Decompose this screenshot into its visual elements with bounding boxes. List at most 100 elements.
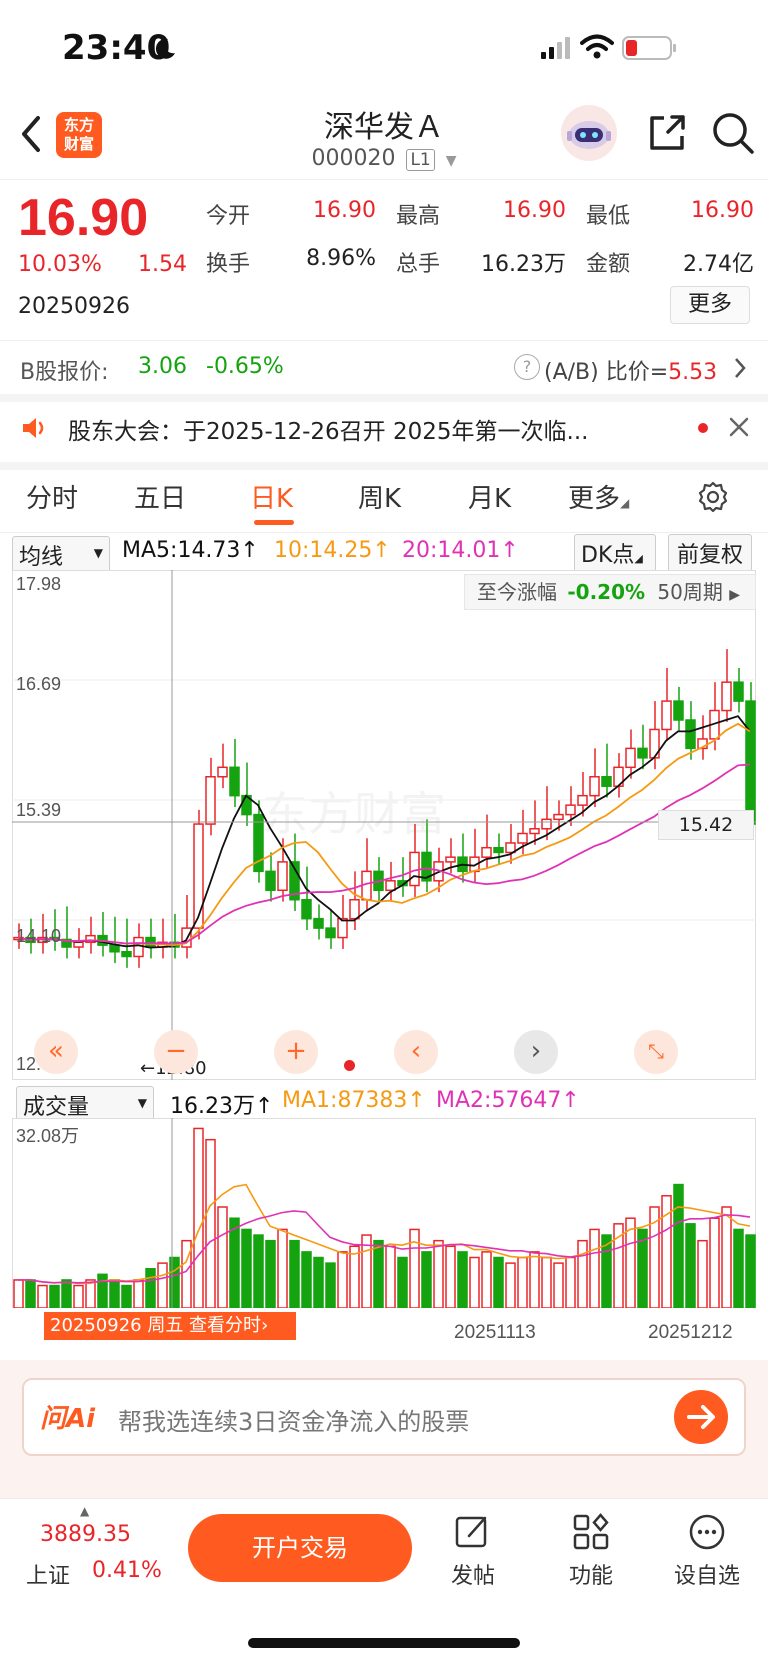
- triangle-up-icon: ▲: [80, 1504, 90, 1518]
- volume-bar: [229, 1217, 240, 1308]
- index-value[interactable]: 3889.35: [40, 1522, 131, 1547]
- tab-weekly-k[interactable]: 周K: [358, 478, 401, 515]
- candle-body: [673, 700, 684, 721]
- ab-ratio-value: 5.53: [668, 360, 718, 385]
- amount-value: 2.74亿: [683, 252, 754, 277]
- candle-body: [229, 766, 240, 797]
- volume-chart[interactable]: [12, 1118, 756, 1308]
- period-change-value: -0.20%: [567, 580, 646, 604]
- nav-watchlist[interactable]: 设自选: [662, 1512, 752, 1590]
- date-tooltip[interactable]: 20250926 周五 查看分时›: [44, 1312, 296, 1340]
- chevron-right-icon[interactable]: [732, 356, 748, 380]
- grid-apps-icon: [573, 1513, 609, 1550]
- volume-bar: [109, 1279, 120, 1308]
- volume-bar: [457, 1251, 468, 1308]
- volume-bar: [205, 1138, 216, 1308]
- open-account-trade-button[interactable]: 开户交易: [188, 1514, 412, 1582]
- price-tick: 17.98: [16, 574, 62, 594]
- step-left-icon[interactable]: ‹: [394, 1030, 438, 1074]
- open-label: 今开: [206, 204, 251, 229]
- volume-bar: [25, 1279, 36, 1308]
- notice-text[interactable]: 股东大会：于2025-12-26召开 2025年第一次临...: [68, 412, 668, 446]
- volume-bar: [193, 1127, 204, 1308]
- position-dot: [344, 1060, 355, 1071]
- ai-placeholder[interactable]: 帮我选连续3日资金净流入的股票: [118, 1402, 469, 1437]
- tab-more[interactable]: 更多◢: [568, 478, 629, 515]
- zoom-in-icon[interactable]: +: [274, 1030, 318, 1074]
- date-tick: 20251113: [454, 1322, 536, 1343]
- indicator-select[interactable]: 均线 ▼: [12, 536, 110, 574]
- volume-bar: [37, 1284, 48, 1308]
- change-percent: 10.03%: [18, 252, 102, 277]
- triangle-icon: ◢: [634, 552, 643, 565]
- candle-body: [661, 700, 672, 731]
- watermark: 东方财富: [262, 787, 446, 841]
- index-change[interactable]: 0.41%: [92, 1558, 162, 1583]
- tab-five-day[interactable]: 五日: [134, 478, 186, 515]
- ai-robot-icon[interactable]: [560, 104, 618, 162]
- signal-icon: [541, 37, 570, 59]
- kline-chart[interactable]: 东方财富: [12, 570, 756, 1080]
- share-icon[interactable]: [646, 112, 688, 154]
- nav-function[interactable]: 功能: [546, 1512, 636, 1590]
- volume-bar: [697, 1239, 708, 1308]
- candle-body: [325, 927, 336, 939]
- scroll-left-fast-icon[interactable]: «: [34, 1030, 78, 1074]
- volume-bar: [97, 1273, 108, 1308]
- volume-readout: 16.23万↑: [170, 1094, 274, 1119]
- volume-bar: [49, 1284, 60, 1308]
- zoom-out-icon[interactable]: −: [154, 1030, 198, 1074]
- step-right-icon[interactable]: ›: [514, 1030, 558, 1074]
- ab-ratio-row[interactable]: (A/B) 比价=5.53: [544, 354, 717, 386]
- index-name[interactable]: 上证: [26, 1558, 70, 1590]
- candle-body: [133, 936, 144, 958]
- period-change-label: 至今涨幅: [477, 580, 557, 604]
- candle-body: [73, 941, 84, 948]
- fullscreen-icon[interactable]: ⤡: [634, 1030, 678, 1074]
- candle-body: [685, 719, 696, 750]
- help-icon[interactable]: ?: [514, 354, 540, 380]
- volume-bar: [553, 1262, 564, 1308]
- candle-body: [313, 917, 324, 929]
- vol-ma1-readout: MA1:87383↑: [282, 1088, 426, 1113]
- search-icon[interactable]: [710, 110, 756, 156]
- volume-bar: [313, 1256, 324, 1308]
- candle-body: [493, 846, 504, 854]
- unread-dot: [698, 423, 708, 433]
- nav-post[interactable]: 发帖: [428, 1512, 518, 1590]
- volume-bar: [325, 1262, 336, 1308]
- speaker-icon: [23, 418, 44, 438]
- volume-bar: [241, 1228, 252, 1308]
- gear-icon[interactable]: [696, 480, 730, 514]
- volume-bar: [301, 1251, 312, 1308]
- ma5-readout: MA5:14.73↑: [122, 538, 259, 563]
- price-tick: 14.10: [16, 926, 62, 946]
- candle-body: [745, 700, 756, 825]
- ai-brand: 问Ai: [40, 1404, 96, 1434]
- battery-icon: [622, 36, 676, 60]
- tab-intraday[interactable]: 分时: [26, 478, 78, 515]
- dk-point-button[interactable]: DK点◢: [574, 534, 656, 572]
- ai-submit-button[interactable]: [674, 1390, 728, 1444]
- candle-body: [109, 944, 120, 953]
- candle-body: [637, 747, 648, 759]
- active-tab-indicator: [254, 520, 294, 525]
- volume-bar: [517, 1256, 528, 1308]
- volume-label: 总手: [396, 252, 441, 277]
- tab-daily-k[interactable]: 日K: [250, 478, 293, 515]
- candle-body: [565, 804, 576, 816]
- volume-bar: [73, 1284, 84, 1308]
- low-label: 最低: [586, 204, 631, 229]
- adjust-button[interactable]: 前复权: [668, 534, 752, 572]
- tab-monthly-k[interactable]: 月K: [468, 478, 511, 515]
- divider: [0, 462, 768, 470]
- close-icon[interactable]: [728, 416, 750, 438]
- volume-bar: [541, 1256, 552, 1308]
- volume-bar: [721, 1206, 732, 1308]
- period-change-box[interactable]: 至今涨幅 -0.20% 50周期 ▶: [464, 574, 756, 610]
- volume-bar: [481, 1251, 492, 1308]
- period-label: 50周期: [657, 580, 723, 604]
- candle-body: [385, 880, 396, 892]
- volume-bar: [13, 1279, 24, 1308]
- more-quote-button[interactable]: 更多: [670, 286, 750, 324]
